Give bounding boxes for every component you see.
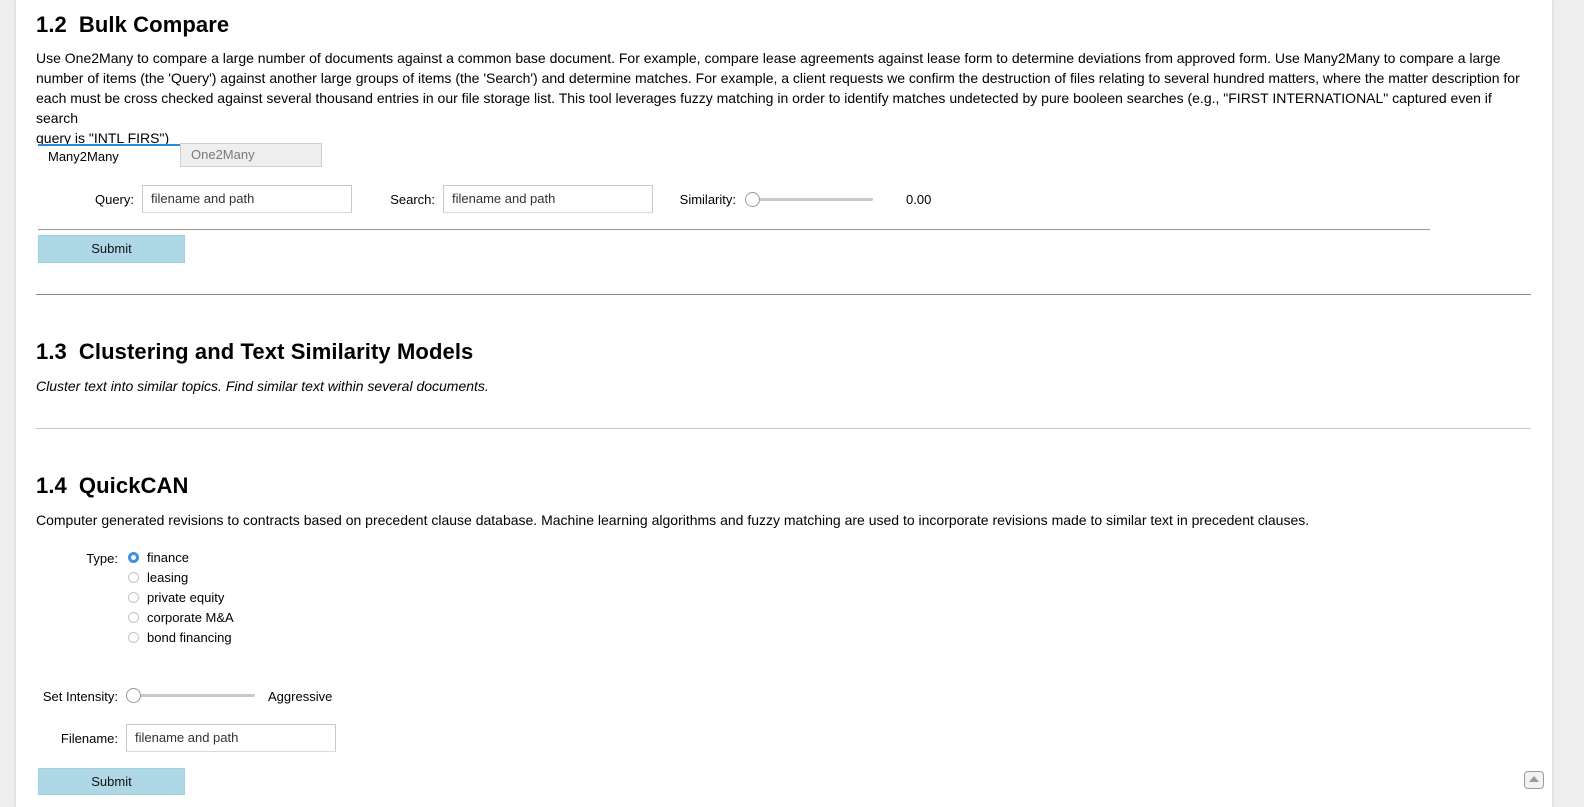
similarity-value: 0.00 — [906, 192, 932, 207]
similarity-slider-handle[interactable] — [745, 192, 760, 207]
quickcan-heading: 1.4 QuickCAN — [36, 473, 189, 499]
section-title: QuickCAN — [78, 473, 189, 498]
tab-label: Many2Many — [48, 149, 119, 164]
section-divider — [36, 294, 1531, 295]
radio-label: leasing — [147, 570, 189, 585]
form-divider — [38, 229, 1430, 230]
filename-input[interactable]: filename and path — [126, 724, 336, 752]
section-number: 1.4 — [36, 473, 67, 498]
tab-one2many[interactable]: One2Many — [180, 143, 322, 167]
radio-checked-icon[interactable] — [128, 552, 139, 564]
query-input[interactable]: filename and path — [142, 185, 352, 213]
radio-option-private-equity[interactable]: private equity — [128, 588, 224, 608]
radio-unchecked-icon[interactable] — [128, 572, 139, 584]
similarity-label: Similarity: — [679, 192, 736, 207]
radio-option-leasing[interactable]: leasing — [128, 568, 188, 588]
intensity-value: Aggressive — [268, 689, 333, 704]
intensity-slider-handle[interactable] — [126, 688, 141, 703]
radio-unchecked-icon[interactable] — [128, 612, 139, 624]
radio-option-finance[interactable]: finance — [128, 548, 189, 568]
bulk-compare-submit-button[interactable]: Submit — [38, 235, 185, 263]
intensity-slider-track[interactable] — [128, 694, 255, 697]
radio-label: finance — [147, 550, 189, 565]
tab-many2many[interactable]: Many2Many — [38, 144, 181, 168]
radio-label: private equity — [147, 590, 225, 605]
section-number: 1.3 — [36, 339, 67, 364]
radio-option-bond-financing[interactable]: bond financing — [128, 628, 232, 648]
notebook-page: 1.2 Bulk Compare Use One2Many to compare … — [16, 0, 1552, 807]
filename-label: Filename: — [60, 731, 118, 746]
scroll-to-top-icon[interactable] — [1524, 771, 1544, 789]
radio-unchecked-icon[interactable] — [128, 592, 139, 604]
radio-unchecked-icon[interactable] — [128, 632, 139, 644]
bulk-compare-heading: 1.2 Bulk Compare — [36, 12, 229, 38]
clustering-heading: 1.3 Clustering and Text Similarity Models — [36, 339, 473, 365]
description-line: number of items (the 'Query') against an… — [36, 70, 1520, 86]
query-label: Query: — [94, 192, 134, 207]
section-title: Bulk Compare — [78, 12, 230, 37]
quickcan-submit-button[interactable]: Submit — [38, 768, 185, 795]
intensity-label: Set Intensity: — [42, 689, 118, 704]
quickcan-description: Computer generated revisions to contract… — [36, 512, 1310, 528]
search-label: Search: — [390, 192, 435, 207]
section-title: Clustering and Text Similarity Models — [78, 339, 474, 364]
description-line: Use One2Many to compare a large number o… — [36, 50, 1501, 66]
section-number: 1.2 — [36, 12, 67, 37]
radio-label: bond financing — [147, 630, 232, 645]
tab-label: One2Many — [191, 147, 255, 162]
similarity-slider-track[interactable] — [746, 198, 873, 201]
section-divider — [36, 428, 1531, 429]
radio-label: corporate M&A — [147, 610, 234, 625]
type-label: Type: — [86, 551, 118, 566]
description-line: each must be cross checked against sever… — [36, 90, 1492, 126]
clustering-description: Cluster text into similar topics. Find s… — [36, 378, 489, 394]
radio-option-corporate-ma[interactable]: corporate M&A — [128, 608, 234, 628]
search-input[interactable]: filename and path — [443, 185, 653, 213]
bulk-compare-description: Use One2Many to compare a large number o… — [36, 48, 1536, 148]
